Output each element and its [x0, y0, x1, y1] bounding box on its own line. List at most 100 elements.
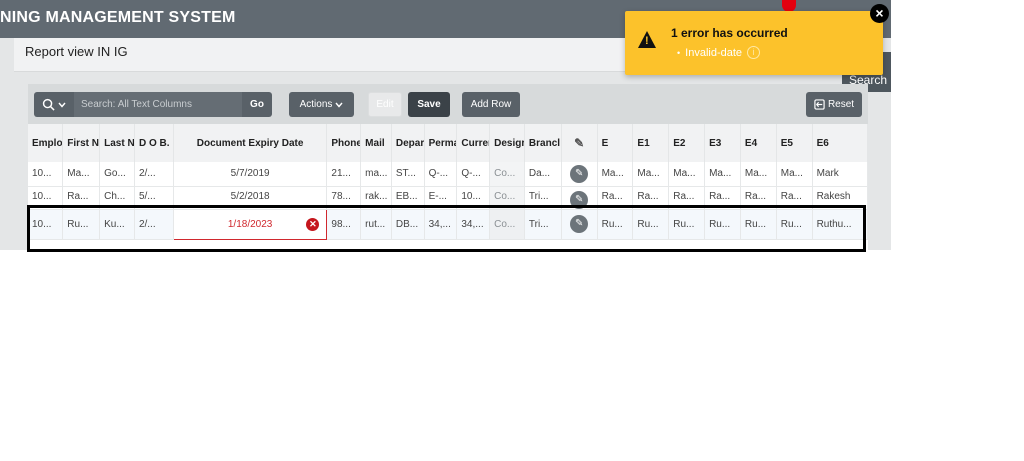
column-header[interactable]: Currer: [456, 124, 491, 162]
edit-button[interactable]: Edit: [368, 92, 402, 117]
search-group: Go: [34, 92, 279, 117]
column-header[interactable]: E5: [776, 124, 813, 162]
info-icon: i: [747, 46, 761, 59]
toast-error-item[interactable]: • Invalid-date i: [677, 46, 761, 59]
grid-cell[interactable]: 2/...: [134, 209, 174, 240]
grid-cell[interactable]: 10...: [28, 162, 64, 187]
cell-value: 1/18/2023: [227, 218, 273, 230]
grid-cell[interactable]: Ra...: [740, 186, 777, 210]
grid-cell[interactable]: Ma...: [740, 162, 777, 187]
grid-cell[interactable]: 5/2/2018: [173, 186, 328, 210]
reset-label: Reset: [827, 99, 855, 110]
edit-icon[interactable]: ✎: [570, 164, 589, 183]
column-header[interactable]: E1: [632, 124, 670, 162]
column-header[interactable]: Brancl: [524, 124, 562, 162]
column-header[interactable]: Depar: [391, 124, 425, 162]
row-edit-cell[interactable]: ✎: [561, 209, 598, 240]
column-header[interactable]: E4: [740, 124, 777, 162]
grid-cell[interactable]: rak...: [360, 186, 392, 210]
grid-cell[interactable]: Ra...: [776, 186, 813, 210]
grid-cell[interactable]: Ra...: [597, 186, 634, 210]
grid-cell[interactable]: 10...: [28, 186, 64, 210]
grid-cell: Co...: [489, 186, 525, 210]
app-title: NING MANAGEMENT SYSTEM: [0, 9, 236, 26]
column-header[interactable]: D O B.: [134, 124, 174, 162]
grid-cell[interactable]: rut...: [360, 209, 392, 240]
grid-cell[interactable]: Ru...: [668, 209, 706, 240]
search-input[interactable]: [74, 92, 242, 117]
grid-cell[interactable]: 2/...: [134, 162, 174, 187]
grid-cell[interactable]: Go...: [99, 162, 135, 187]
row-edit-cell[interactable]: ✎: [561, 162, 598, 187]
grid-cell[interactable]: Ru...: [776, 209, 813, 240]
grid-cell[interactable]: Ma...: [776, 162, 813, 187]
column-header[interactable]: Phone: [326, 124, 362, 162]
grid-cell[interactable]: Da...: [524, 162, 562, 187]
grid-cell[interactable]: Ru...: [704, 209, 741, 240]
column-header[interactable]: Emplo: [28, 124, 64, 162]
grid-cell[interactable]: DB...: [391, 209, 425, 240]
grid-cell[interactable]: 10...: [28, 209, 64, 240]
grid-cell[interactable]: Rakesh: [812, 186, 869, 210]
grid-cell[interactable]: Mark: [812, 162, 869, 187]
search-column-menu[interactable]: [34, 92, 74, 117]
grid-cell[interactable]: 10...: [456, 186, 491, 210]
grid-cell[interactable]: 98...: [326, 209, 362, 240]
grid-cell[interactable]: Ruthu...: [812, 209, 869, 240]
reset-button[interactable]: Reset: [806, 92, 862, 117]
edit-icon[interactable]: ✎: [570, 215, 589, 233]
grid-cell[interactable]: Ru...: [597, 209, 634, 240]
grid-cell[interactable]: 21...: [326, 162, 362, 187]
column-header[interactable]: Mail: [360, 124, 392, 162]
column-header[interactable]: E: [597, 124, 634, 162]
close-icon[interactable]: ×: [870, 4, 889, 23]
grid-cell[interactable]: Tri...: [524, 186, 562, 210]
grid-cell[interactable]: 34,...: [424, 209, 458, 240]
grid-cell[interactable]: 78...: [326, 186, 362, 210]
grid-cell[interactable]: Ru...: [62, 209, 101, 240]
column-header[interactable]: E2: [668, 124, 706, 162]
grid-cell[interactable]: Ru...: [740, 209, 777, 240]
grid-cell[interactable]: Ma...: [668, 162, 706, 187]
grid-cell[interactable]: Ra...: [668, 186, 706, 210]
table-row[interactable]: 10... Ra... Ch... 5/... 5/2/2018 78... r…: [28, 186, 869, 210]
grid-cell[interactable]: Ma...: [632, 162, 670, 187]
document-expiry-date-cell-error[interactable]: 1/18/2023 ✕: [172, 208, 328, 240]
grid-cell[interactable]: Q-...: [456, 162, 491, 187]
grid-cell[interactable]: Ru...: [632, 209, 670, 240]
grid-cell[interactable]: EB...: [391, 186, 425, 210]
grid-cell[interactable]: Ra...: [704, 186, 741, 210]
column-header[interactable]: Last N: [99, 124, 135, 162]
column-header[interactable]: First N: [62, 124, 101, 162]
grid-cell[interactable]: Ch...: [99, 186, 135, 210]
grid-cell[interactable]: ma...: [360, 162, 392, 187]
grid-cell[interactable]: 5/...: [134, 186, 174, 210]
grid-cell[interactable]: Tri...: [524, 209, 562, 240]
column-header[interactable]: E3: [704, 124, 741, 162]
grid-cell[interactable]: Ku...: [99, 209, 135, 240]
grid-cell[interactable]: E-...: [424, 186, 458, 210]
grid-cell[interactable]: Ra...: [632, 186, 670, 210]
toast-error-text[interactable]: Invalid-date: [685, 47, 742, 59]
table-row[interactable]: 10... Ma... Go... 2/... 5/7/2019 21... m…: [28, 162, 869, 187]
table-row-selected[interactable]: 10... Ru... Ku... 2/... 1/18/2023 ✕ 98..…: [28, 208, 869, 240]
add-row-button[interactable]: Add Row: [462, 92, 520, 117]
column-header[interactable]: E6: [812, 124, 869, 162]
grid-cell[interactable]: 5/7/2019: [173, 162, 328, 187]
grid-cell[interactable]: Q-...: [424, 162, 458, 187]
edit-icon[interactable]: ✎: [570, 190, 589, 208]
save-button[interactable]: Save: [408, 92, 450, 117]
actions-label: Actions: [299, 99, 333, 110]
grid-cell[interactable]: Ma...: [597, 162, 634, 187]
grid-cell[interactable]: Ma...: [62, 162, 101, 187]
column-header[interactable]: Desigr: [489, 124, 525, 162]
actions-button[interactable]: Actions: [289, 92, 354, 117]
row-edit-cell[interactable]: ✎: [561, 186, 598, 210]
grid-cell[interactable]: 34,...: [456, 209, 491, 240]
go-button[interactable]: Go: [242, 92, 272, 117]
grid-cell[interactable]: Ma...: [704, 162, 741, 187]
grid-cell[interactable]: ST...: [391, 162, 425, 187]
grid-cell[interactable]: Ra...: [62, 186, 101, 210]
column-header[interactable]: Perma: [424, 124, 458, 162]
column-header[interactable]: Document Expiry Date: [173, 124, 328, 162]
